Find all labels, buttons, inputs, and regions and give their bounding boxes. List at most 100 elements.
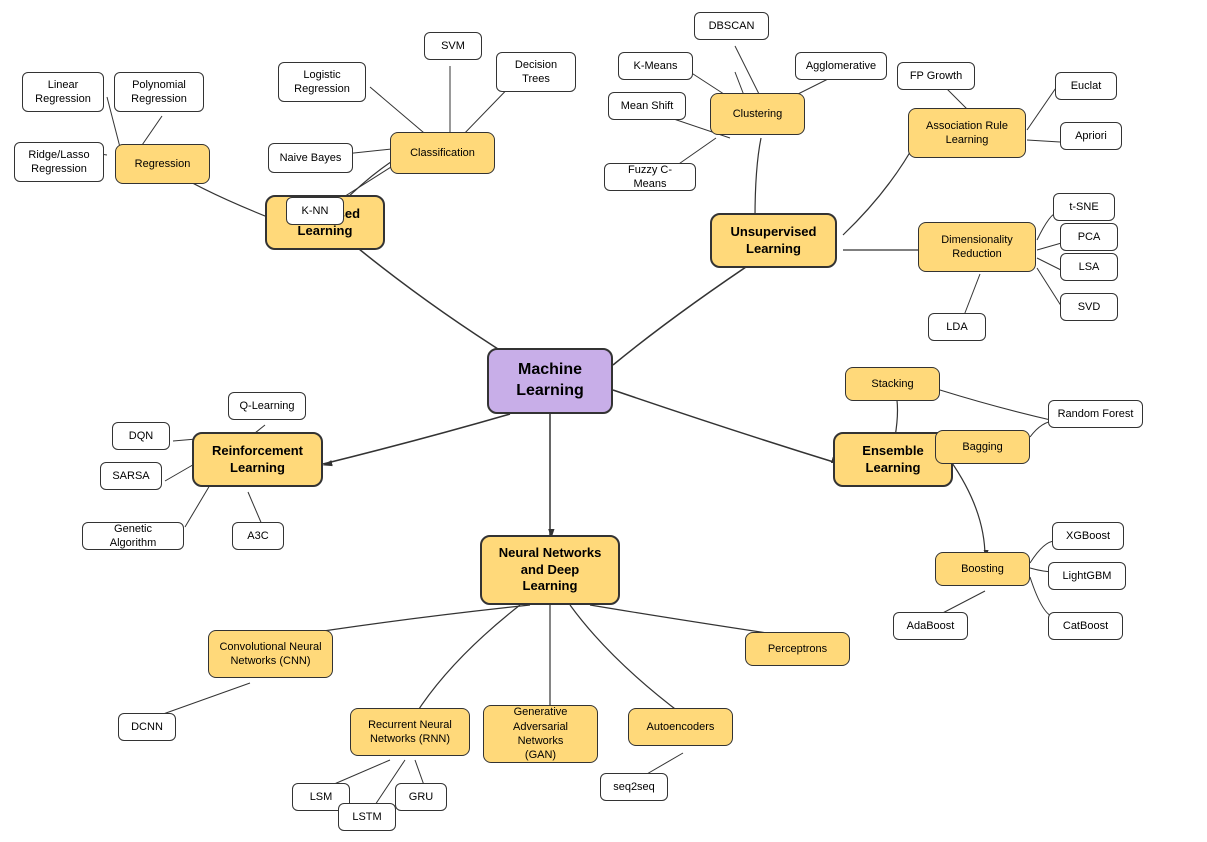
node-unsupervised: UnsupervisedLearning	[710, 213, 837, 268]
node-decision-trees: DecisionTrees	[496, 52, 576, 92]
node-mean-shift: Mean Shift	[608, 92, 686, 120]
node-fp-growth: FP Growth	[897, 62, 975, 90]
node-label-poly-reg: PolynomialRegression	[131, 78, 187, 107]
node-label-dbscan: DBSCAN	[709, 19, 755, 33]
node-label-gan: GenerativeAdversarial Networks(GAN)	[492, 705, 589, 762]
node-label-knn: K-NN	[302, 204, 329, 218]
node-label-dcnn: DCNN	[131, 720, 163, 734]
node-assoc-rule: Association RuleLearning	[908, 108, 1026, 158]
node-stacking: Stacking	[845, 367, 940, 401]
node-label-fp-growth: FP Growth	[910, 69, 962, 83]
node-label-sarsa: SARSA	[112, 469, 149, 483]
node-label-adaboost: AdaBoost	[907, 619, 955, 633]
node-rnn: Recurrent NeuralNetworks (RNN)	[350, 708, 470, 756]
node-label-genetic: Genetic Algorithm	[91, 522, 175, 551]
node-label-lsm: LSM	[310, 790, 333, 804]
node-label-svd: SVD	[1078, 300, 1101, 314]
node-label-clustering: Clustering	[733, 107, 783, 121]
node-agglomerative: Agglomerative	[795, 52, 887, 80]
node-label-linear-reg: LinearRegression	[35, 78, 91, 107]
node-lightgbm: LightGBM	[1048, 562, 1126, 590]
node-label-lstm: LSTM	[352, 810, 381, 824]
node-label-kmeans: K-Means	[633, 59, 677, 73]
node-poly-reg: PolynomialRegression	[114, 72, 204, 112]
node-gru: GRU	[395, 783, 447, 811]
node-machine-learning: Machine Learning	[487, 348, 613, 414]
node-label-classification: Classification	[410, 146, 475, 160]
node-clustering: Clustering	[710, 93, 805, 135]
node-dcnn: DCNN	[118, 713, 176, 741]
node-xgboost: XGBoost	[1052, 522, 1124, 550]
node-label-lsa: LSA	[1079, 260, 1100, 274]
node-cnn: Convolutional NeuralNetworks (CNN)	[208, 630, 333, 678]
node-lda: LDA	[928, 313, 986, 341]
node-label-tsne: t-SNE	[1069, 200, 1098, 214]
node-lstm: LSTM	[338, 803, 396, 831]
node-knn: K-NN	[286, 197, 344, 225]
node-label-machine-learning: Machine Learning	[503, 360, 597, 402]
node-label-lightgbm: LightGBM	[1063, 569, 1112, 583]
node-label-agglomerative: Agglomerative	[806, 59, 876, 73]
node-dqn: DQN	[112, 422, 170, 450]
node-classification: Classification	[390, 132, 495, 174]
node-logistic-reg: LogisticRegression	[278, 62, 366, 102]
node-label-random-forest: Random Forest	[1058, 407, 1134, 421]
node-lsa: LSA	[1060, 253, 1118, 281]
node-a3c: A3C	[232, 522, 284, 550]
node-regression: Regression	[115, 144, 210, 184]
node-dim-reduction: DimensionalityReduction	[918, 222, 1036, 272]
node-seq2seq: seq2seq	[600, 773, 668, 801]
node-label-gru: GRU	[409, 790, 433, 804]
node-label-logistic-reg: LogisticRegression	[294, 68, 350, 97]
node-label-decision-trees: DecisionTrees	[515, 58, 557, 87]
node-gan: GenerativeAdversarial Networks(GAN)	[483, 705, 598, 763]
node-linear-reg: LinearRegression	[22, 72, 104, 112]
node-naive-bayes: Naive Bayes	[268, 143, 353, 173]
node-label-dim-reduction: DimensionalityReduction	[941, 233, 1013, 262]
node-label-neural-networks: Neural Networksand DeepLearning	[499, 545, 602, 596]
node-svd: SVD	[1060, 293, 1118, 321]
node-perceptrons: Perceptrons	[745, 632, 850, 666]
node-tsne: t-SNE	[1053, 193, 1115, 221]
node-euclat: Euclat	[1055, 72, 1117, 100]
mindmap-canvas: Machine Learning SupervisedLearning Unsu…	[0, 0, 1207, 842]
node-label-bagging: Bagging	[962, 440, 1002, 454]
node-genetic: Genetic Algorithm	[82, 522, 184, 550]
node-svm: SVM	[424, 32, 482, 60]
node-label-cnn: Convolutional NeuralNetworks (CNN)	[219, 640, 321, 669]
node-label-mean-shift: Mean Shift	[621, 99, 674, 113]
node-bagging: Bagging	[935, 430, 1030, 464]
node-label-lda: LDA	[946, 320, 967, 334]
node-ridge-lasso: Ridge/LassoRegression	[14, 142, 104, 182]
node-label-stacking: Stacking	[871, 377, 913, 391]
node-label-autoencoders: Autoencoders	[647, 720, 715, 734]
node-fuzzy-cmeans: Fuzzy C-Means	[604, 163, 696, 191]
node-boosting: Boosting	[935, 552, 1030, 586]
node-adaboost: AdaBoost	[893, 612, 968, 640]
node-label-pca: PCA	[1078, 230, 1101, 244]
node-label-xgboost: XGBoost	[1066, 529, 1110, 543]
node-label-boosting: Boosting	[961, 562, 1004, 576]
node-label-regression: Regression	[135, 157, 191, 171]
node-label-ensemble: EnsembleLearning	[862, 443, 923, 477]
node-label-unsupervised: UnsupervisedLearning	[731, 224, 817, 258]
node-dbscan: DBSCAN	[694, 12, 769, 40]
node-kmeans: K-Means	[618, 52, 693, 80]
node-label-naive-bayes: Naive Bayes	[280, 151, 342, 165]
node-q-learning: Q-Learning	[228, 392, 306, 420]
node-apriori: Apriori	[1060, 122, 1122, 150]
node-label-q-learning: Q-Learning	[239, 399, 294, 413]
node-sarsa: SARSA	[100, 462, 162, 490]
node-label-reinforcement: ReinforcementLearning	[212, 443, 303, 477]
node-label-assoc-rule: Association RuleLearning	[926, 119, 1008, 148]
node-label-dqn: DQN	[129, 429, 153, 443]
node-autoencoders: Autoencoders	[628, 708, 733, 746]
node-pca: PCA	[1060, 223, 1118, 251]
node-reinforcement: ReinforcementLearning	[192, 432, 323, 487]
node-label-rnn: Recurrent NeuralNetworks (RNN)	[368, 718, 452, 747]
node-label-catboost: CatBoost	[1063, 619, 1108, 633]
node-neural-networks: Neural Networksand DeepLearning	[480, 535, 620, 605]
node-label-apriori: Apriori	[1075, 129, 1107, 143]
node-label-a3c: A3C	[247, 529, 268, 543]
node-random-forest: Random Forest	[1048, 400, 1143, 428]
